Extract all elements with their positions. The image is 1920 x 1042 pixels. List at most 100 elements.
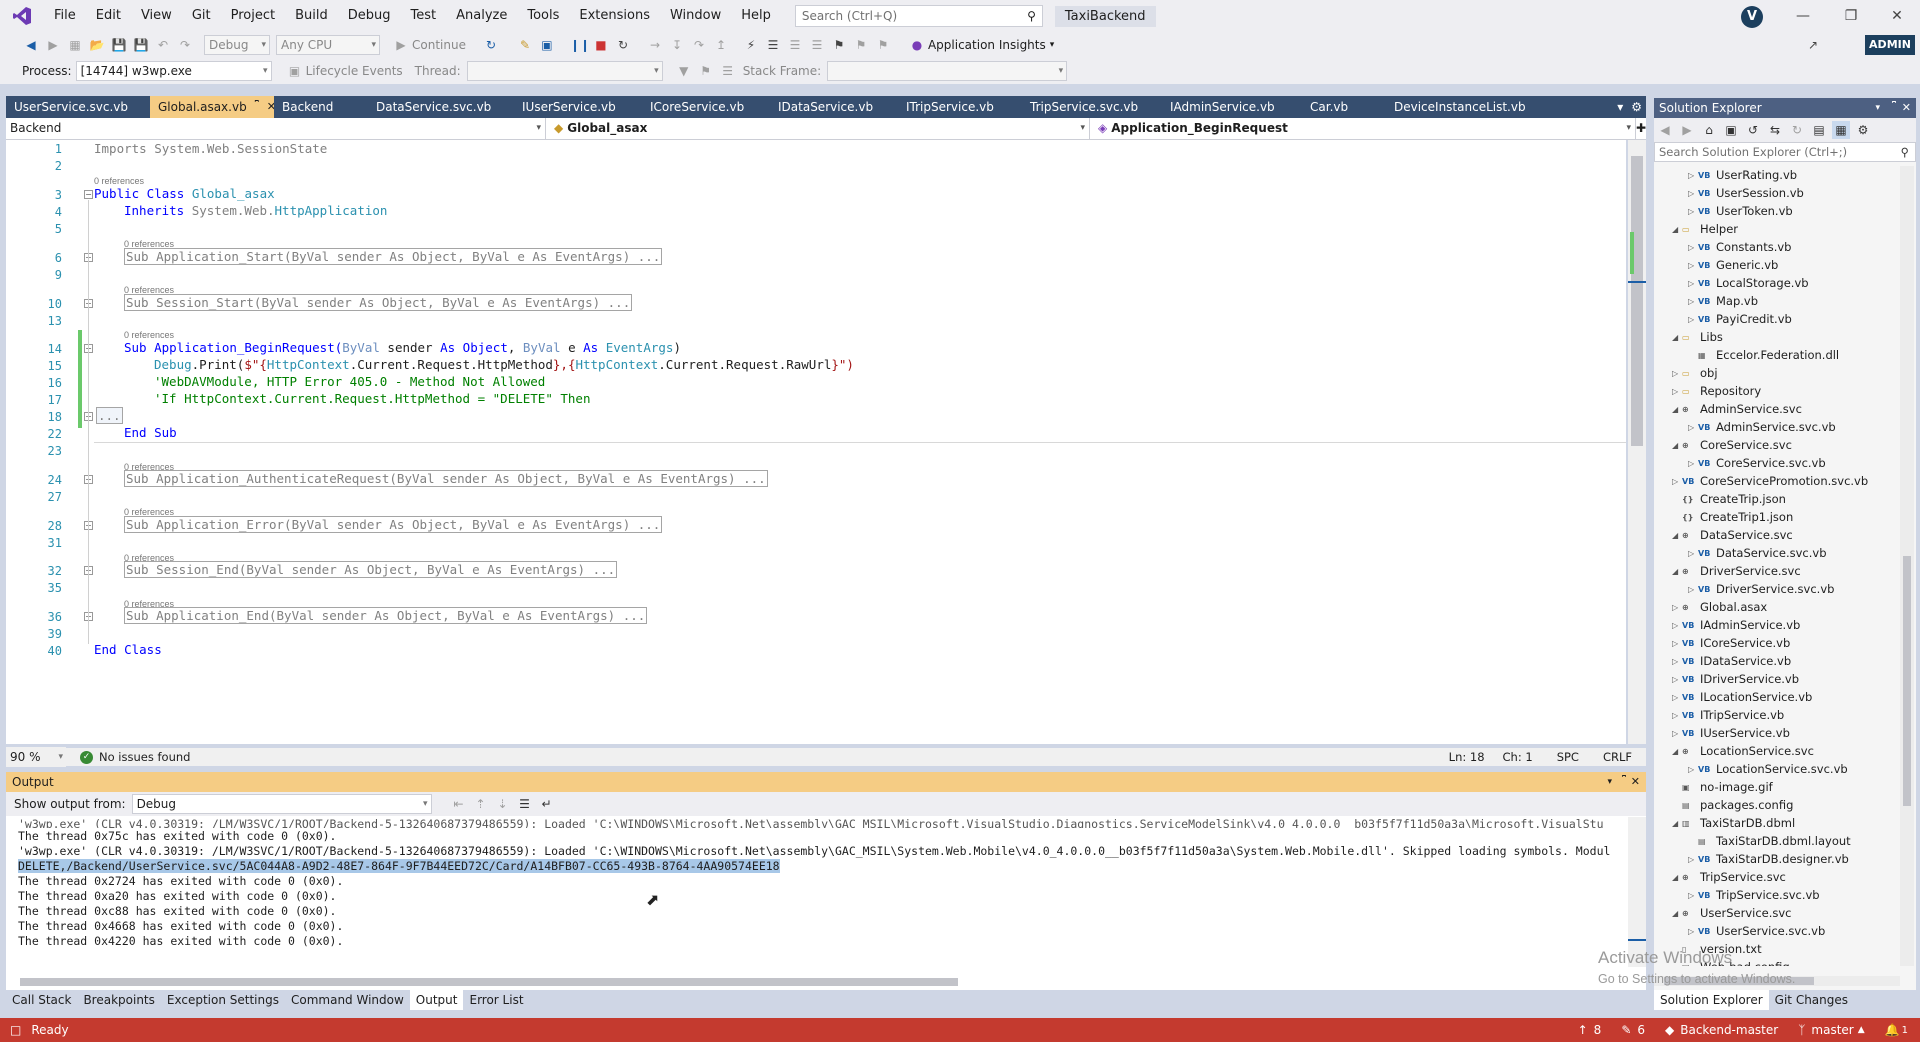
tab-settings-icon[interactable]: ⚙ xyxy=(1627,96,1646,118)
menu-analyze[interactable]: Analyze xyxy=(446,0,517,32)
expand-arrow-icon[interactable]: ◢ xyxy=(1672,873,1682,882)
step-out-icon[interactable]: ↥ xyxy=(712,36,730,54)
expand-arrow-icon[interactable]: ▷ xyxy=(1672,729,1682,738)
tree-item[interactable]: ▤ packages.config xyxy=(1672,796,1793,814)
tree-item[interactable]: ◢ ⊕ CoreService.svc xyxy=(1672,436,1792,454)
comment-icon[interactable]: ☰ xyxy=(808,36,826,54)
class-dropdown[interactable]: ◆ Global_asax xyxy=(546,118,1090,139)
platform-dropdown[interactable]: Any CPU xyxy=(276,35,380,55)
notifications-icon[interactable]: 🔔 xyxy=(1885,1023,1900,1037)
tree-item[interactable]: ◢ ▥ TaxiStarDB.dbml xyxy=(1672,814,1795,832)
menu-edit[interactable]: Edit xyxy=(86,0,131,32)
tree-item[interactable]: ▷ VB ICoreService.vb xyxy=(1672,634,1790,652)
tree-item[interactable]: ▷ VB ILocationService.vb xyxy=(1672,688,1812,706)
expand-arrow-icon[interactable]: ◢ xyxy=(1672,909,1682,918)
column-indicator[interactable]: Ch: 1 xyxy=(1503,750,1533,764)
tree-item[interactable]: ▷ VB Generic.vb xyxy=(1688,256,1778,274)
zoom-dropdown[interactable]: 90 % xyxy=(6,747,66,767)
expand-arrow-icon[interactable]: ▷ xyxy=(1688,315,1698,324)
se-close-icon[interactable]: ✕ xyxy=(1902,98,1911,118)
expand-arrow-icon[interactable]: ◢ xyxy=(1672,441,1682,450)
stack-frame-dropdown[interactable] xyxy=(827,61,1068,81)
bookmark-icon[interactable]: ⚑ xyxy=(830,36,848,54)
tab-iadminservice-vb[interactable]: IAdminService.vb xyxy=(1162,96,1302,118)
expand-arrow-icon[interactable]: ▷ xyxy=(1688,765,1698,774)
expand-arrow-icon[interactable]: ▷ xyxy=(1672,639,1682,648)
se-scrollbar-thumb[interactable] xyxy=(1903,556,1911,806)
hot-reload-icon[interactable]: ⚡ xyxy=(742,36,760,54)
expand-arrow-icon[interactable]: ▷ xyxy=(1688,207,1698,216)
expand-arrow-icon[interactable]: ▷ xyxy=(1672,387,1682,396)
tree-item[interactable]: ▷ VB LocationService.svc.vb xyxy=(1688,760,1848,778)
expand-arrow-icon[interactable]: ◢ xyxy=(1672,405,1682,414)
search-input[interactable]: Search (Ctrl+Q) ⚲ xyxy=(794,5,1043,27)
menu-git[interactable]: Git xyxy=(182,0,221,32)
tree-item[interactable]: ▷ VB TaxiStarDB.designer.vb xyxy=(1688,850,1849,868)
se-menu-icon[interactable]: ▾ xyxy=(1875,98,1880,118)
back-icon[interactable]: ◀ xyxy=(22,36,40,54)
tree-item[interactable]: ▷ VB IDataService.vb xyxy=(1672,652,1791,670)
editor-scrollbar[interactable] xyxy=(1628,140,1646,744)
expand-arrow-icon[interactable]: ◢ xyxy=(1672,567,1682,576)
expand-arrow-icon[interactable]: ▷ xyxy=(1672,369,1682,378)
app-insights-dropdown[interactable]: Application Insights xyxy=(928,38,1046,52)
expand-arrow-icon[interactable]: ▷ xyxy=(1688,549,1698,558)
menu-window[interactable]: Window xyxy=(660,0,731,32)
pencil-icon[interactable]: ✎ xyxy=(1621,1023,1631,1037)
pin-icon[interactable]: ⎴ xyxy=(255,96,259,118)
tab-git-changes[interactable]: Git Changes xyxy=(1769,990,1854,1010)
tree-item[interactable]: ▷ VB LocalStorage.vb xyxy=(1688,274,1809,292)
expand-arrow-icon[interactable]: ▷ xyxy=(1688,297,1698,306)
tree-item[interactable]: ◢ ⊕ LocationService.svc xyxy=(1672,742,1814,760)
expand-arrow-icon[interactable]: ▷ xyxy=(1688,423,1698,432)
expand-arrow-icon[interactable]: ◢ xyxy=(1672,747,1682,756)
output-menu-icon[interactable]: ▾ xyxy=(1607,772,1612,792)
switch-views-icon[interactable]: ▣ xyxy=(1722,121,1740,139)
live-share-icon[interactable]: ↗ xyxy=(1804,36,1822,54)
restart-icon[interactable]: ↻ xyxy=(614,36,632,54)
expand-arrow-icon[interactable]: ◢ xyxy=(1672,819,1682,828)
undo-icon[interactable]: ↶ xyxy=(154,36,172,54)
tree-item[interactable]: ◢ ⊕ DataService.svc xyxy=(1672,526,1793,544)
menu-debug[interactable]: Debug xyxy=(338,0,401,32)
prev-message-icon[interactable]: ⇡ xyxy=(472,795,490,813)
tree-item[interactable]: ◢ ⊕ AdminService.svc xyxy=(1672,400,1802,418)
tree-item[interactable]: ▷ ▭ Repository xyxy=(1672,382,1761,400)
expand-arrow-icon[interactable]: ▷ xyxy=(1688,855,1698,864)
show-next-statement-icon[interactable]: → xyxy=(646,36,664,54)
repo-name[interactable]: Backend-master xyxy=(1680,1023,1778,1037)
tree-item[interactable]: ◢ ▭ Helper xyxy=(1672,220,1738,238)
tab-exception-settings[interactable]: Exception Settings xyxy=(161,990,285,1010)
tree-item[interactable]: ▷ VB DriverService.svc.vb xyxy=(1688,580,1834,598)
code-editor[interactable]: 1 2 3 4 5 6 9 10 13 14 15 16 17 18 22 23… xyxy=(6,140,1626,744)
menu-project[interactable]: Project xyxy=(221,0,285,32)
clear-all-icon[interactable]: ☰ xyxy=(516,795,534,813)
expand-arrow-icon[interactable]: ▷ xyxy=(1688,189,1698,198)
lifecycle-events-dropdown[interactable]: Lifecycle Events xyxy=(306,64,403,78)
expand-arrow-icon[interactable]: ▷ xyxy=(1688,891,1698,900)
tree-item[interactable]: ▣ no-image.gif xyxy=(1672,778,1773,796)
se-back-icon[interactable]: ◀ xyxy=(1656,121,1674,139)
next-message-icon[interactable]: ⇣ xyxy=(494,795,512,813)
tab-backend[interactable]: Backend xyxy=(274,96,368,118)
flag-icon[interactable]: ⚑ xyxy=(697,62,715,80)
filter-icon[interactable]: ▼ xyxy=(675,62,693,80)
tree-item[interactable]: {} CreateTrip1.json xyxy=(1672,508,1793,526)
menu-help[interactable]: Help xyxy=(731,0,781,32)
tree-item[interactable]: ▷ VB UserRating.vb xyxy=(1688,166,1797,184)
output-vscrollbar[interactable] xyxy=(1628,817,1646,967)
collapsed-region[interactable]: Sub Application_Start(ByVal sender As Ob… xyxy=(124,248,663,265)
tab-car-vb[interactable]: Car.vb xyxy=(1302,96,1386,118)
project-dropdown[interactable]: Backend xyxy=(6,118,546,139)
tree-item[interactable]: ▷ VB UserSession.vb xyxy=(1688,184,1804,202)
tree-item[interactable]: ▷ VB Map.vb xyxy=(1688,292,1758,310)
tab-output[interactable]: Output xyxy=(409,990,464,1010)
tree-item[interactable]: ▷ VB IUserService.vb xyxy=(1672,724,1790,742)
fold-toggle-icon[interactable]: − xyxy=(84,190,93,199)
expand-arrow-icon[interactable]: ▷ xyxy=(1672,657,1682,666)
tree-item[interactable]: ▷ VB DataService.svc.vb xyxy=(1688,544,1827,562)
se-forward-icon[interactable]: ▶ xyxy=(1678,121,1696,139)
tree-item[interactable]: ▦ Eccelor.Federation.dll xyxy=(1688,346,1839,364)
expand-arrow-icon[interactable]: ▷ xyxy=(1688,459,1698,468)
attach-icon[interactable]: ✎ xyxy=(516,36,534,54)
